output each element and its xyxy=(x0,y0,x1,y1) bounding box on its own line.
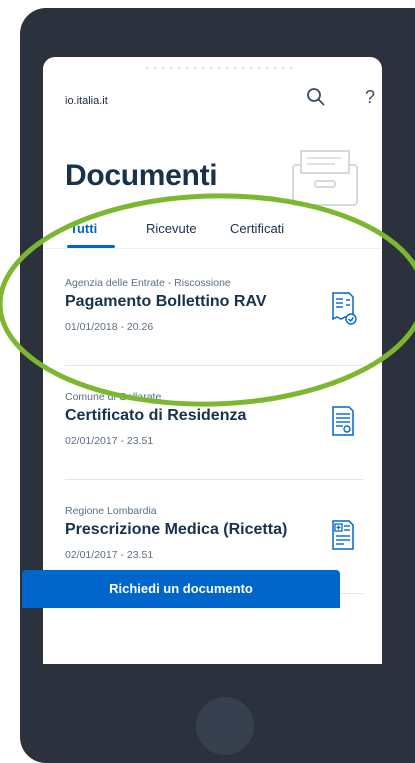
page-title: Documenti xyxy=(65,159,218,192)
list-divider xyxy=(65,479,363,480)
help-button[interactable]: ? xyxy=(365,87,379,107)
search-icon xyxy=(307,88,325,106)
request-document-button[interactable]: Richiedi un documento xyxy=(22,570,340,608)
document-issuer: Comune di Gallarate xyxy=(65,391,162,403)
tab-certificati[interactable]: Certificati xyxy=(230,221,284,236)
document-tabs: Tutti Ricevute Certificati xyxy=(43,217,382,249)
document-date: 02/01/2017 - 23.51 xyxy=(65,549,154,561)
tabs-divider xyxy=(43,248,382,249)
tab-ricevute[interactable]: Ricevute xyxy=(146,221,197,236)
file-cabinet-illustration xyxy=(292,150,358,206)
list-item-document[interactable]: Comune di Gallarate Certificato di Resid… xyxy=(65,391,365,501)
search-button[interactable] xyxy=(306,87,326,107)
document-title: Prescrizione Medica (Ricetta) xyxy=(65,521,288,538)
document-date: 02/01/2017 - 23.51 xyxy=(65,435,154,447)
site-url: io.italia.it xyxy=(65,95,108,107)
prescription-icon xyxy=(332,520,354,550)
certificate-icon xyxy=(332,406,354,436)
document-title: Pagamento Bollettino RAV xyxy=(65,293,267,310)
receipt-check-icon xyxy=(332,292,357,325)
home-button[interactable] xyxy=(196,697,254,755)
document-issuer: Agenzia delle Entrate - Riscossione xyxy=(65,277,231,289)
document-date: 01/01/2018 - 20.26 xyxy=(65,321,154,333)
tab-tutti[interactable]: Tutti xyxy=(70,221,97,236)
document-title: Certificato di Residenza xyxy=(65,407,247,424)
document-issuer: Regione Lombardia xyxy=(65,505,157,517)
list-item-document[interactable]: Agenzia delle Entrate - Riscossione Paga… xyxy=(65,277,365,387)
speaker-grille xyxy=(143,65,293,71)
list-divider xyxy=(65,365,363,366)
